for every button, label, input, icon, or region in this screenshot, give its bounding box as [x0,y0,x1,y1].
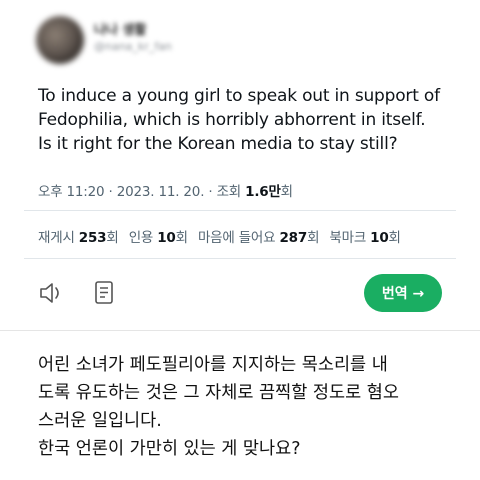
user-handle[interactable]: @nana_kr_fan [94,40,184,53]
tweet-date[interactable]: 2023. 11. 20. [117,184,205,200]
engagement-stats: 재게시 253회 인용 10회 마음에 들어요 287회 북마크 10회 [38,226,401,246]
avatar[interactable] [36,16,84,64]
speaker-icon[interactable] [38,280,66,310]
divider [0,330,480,331]
stat-reposts[interactable]: 재게시 253회 [38,230,119,246]
meta-separator: · [104,184,117,200]
tweet-line: Fedophilia, which is horribly abhorrent … [38,110,426,130]
stat-likes[interactable]: 마음에 들어요 287회 [198,230,320,246]
divider [24,258,456,259]
translation-line: 한국 언론이 가만히 있는 게 맞나요? [38,439,301,459]
views-label: 조회 [216,184,242,200]
tweet-time[interactable]: 오후 11:20 [38,184,105,200]
views-unit: 회 [280,184,293,200]
translation-line: 어린 소녀가 페도필리아를 지지하는 목소리를 내 [38,355,388,375]
tweet-line: Is it right for the Korean media to stay… [38,134,398,154]
tweet-meta: 오후 11:20 · 2023. 11. 20. · 조회 1.6만회 [38,180,293,200]
translation-line: 도록 유도하는 것은 그 자체로 끔찍할 정도로 혐오 [38,383,399,403]
tweet-text: To induce a young girl to speak out in s… [38,84,458,156]
document-icon[interactable] [92,280,116,310]
stat-bookmarks[interactable]: 북마크 10회 [329,230,401,246]
meta-separator: · [204,184,217,200]
stat-quotes[interactable]: 인용 10회 [129,230,188,246]
user-name[interactable]: 나나 생활 [94,20,178,38]
tweet-line: To induce a young girl to speak out in s… [38,86,440,106]
translation-text: 어린 소녀가 페도필리아를 지지하는 목소리를 내 도록 유도하는 것은 그 자… [38,351,458,463]
views-value: 1.6만 [245,184,281,200]
translate-button[interactable]: 번역 → [364,274,442,312]
translation-line: 스러운 일입니다. [38,411,162,431]
divider [24,210,456,211]
